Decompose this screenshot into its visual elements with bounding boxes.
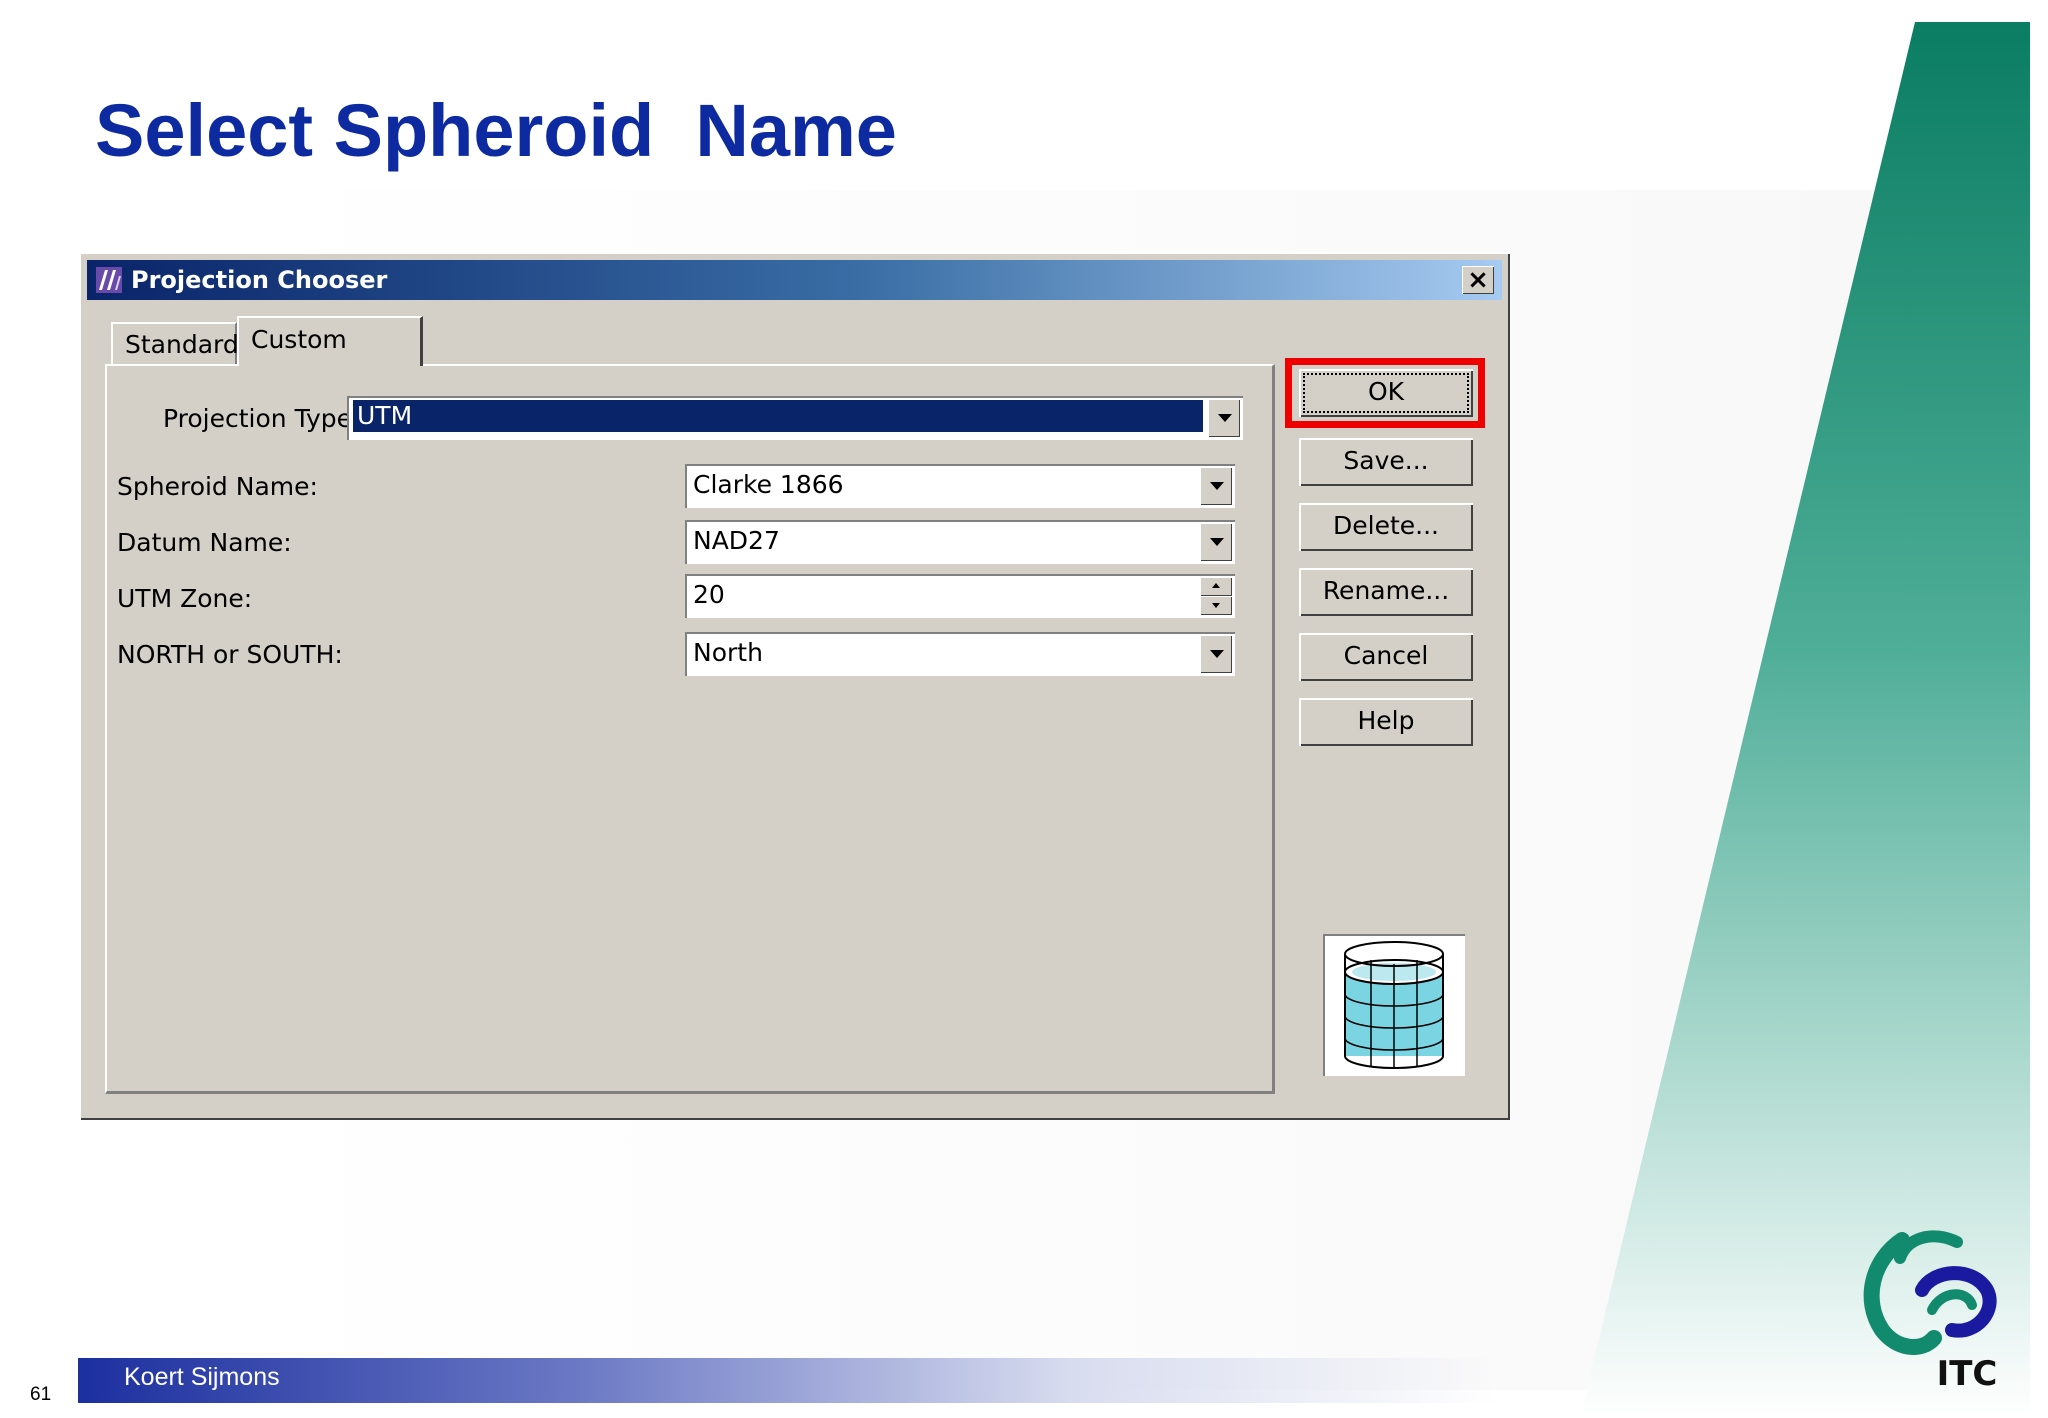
projection-preview [1323, 934, 1465, 1076]
footer-author: Koert Sijmons [124, 1363, 280, 1391]
projection-type-value: UTM [352, 399, 1204, 433]
itc-logo: ITC [1863, 1230, 1998, 1390]
datum-name-combo[interactable]: NAD27 [685, 520, 1235, 564]
cancel-button[interactable]: Cancel [1299, 633, 1473, 681]
close-button[interactable]: × [1462, 266, 1494, 294]
projection-type-label: Projection Type : [163, 404, 369, 433]
projection-chooser-dialog: Projection Chooser × Standard Custom Pro… [79, 252, 1510, 1120]
slide-title: Select Spheroid Name [95, 89, 897, 172]
save-button[interactable]: Save... [1299, 438, 1473, 486]
tab-standard[interactable]: Standard [111, 322, 239, 364]
help-button[interactable]: Help [1299, 698, 1473, 746]
page-number: 61 [30, 1384, 52, 1405]
utm-zone-label: UTM Zone: [117, 584, 253, 613]
spheroid-name-value: Clarke 1866 [693, 470, 844, 499]
north-south-label: NORTH or SOUTH: [117, 640, 343, 669]
logo-text: ITC [1937, 1354, 1998, 1390]
ok-button[interactable]: OK [1299, 369, 1473, 417]
chevron-down-icon[interactable] [1200, 523, 1232, 561]
rename-button[interactable]: Rename... [1299, 568, 1473, 616]
custom-tab-panel: Projection Type : UTM Spheroid Name: Cla… [105, 364, 1275, 1094]
datum-name-value: NAD27 [693, 526, 780, 555]
chevron-down-icon[interactable] [1200, 635, 1232, 673]
dialog-titlebar[interactable]: Projection Chooser × [87, 260, 1502, 300]
close-icon: × [1467, 265, 1489, 295]
delete-button[interactable]: Delete... [1299, 503, 1473, 551]
spin-up-icon[interactable] [1200, 577, 1232, 596]
spheroid-name-label: Spheroid Name: [117, 472, 318, 501]
spin-down-icon[interactable] [1200, 596, 1232, 615]
focus-rectangle [1303, 373, 1469, 413]
chevron-down-icon[interactable] [1208, 399, 1240, 437]
cylinder-projection-icon [1344, 941, 1444, 1069]
utm-zone-value: 20 [693, 580, 725, 609]
dialog-title: Projection Chooser [131, 266, 388, 294]
chevron-down-icon[interactable] [1200, 467, 1232, 505]
footer-bar [78, 1358, 1498, 1403]
north-south-combo[interactable]: North [685, 632, 1235, 676]
datum-name-label: Datum Name: [117, 528, 292, 557]
north-south-value: North [693, 638, 763, 667]
projection-type-combo[interactable]: UTM [347, 396, 1243, 440]
projection-app-icon [96, 267, 122, 293]
spheroid-name-combo[interactable]: Clarke 1866 [685, 464, 1235, 508]
utm-zone-spinner[interactable]: 20 [685, 574, 1235, 618]
tab-custom[interactable]: Custom [237, 316, 423, 366]
